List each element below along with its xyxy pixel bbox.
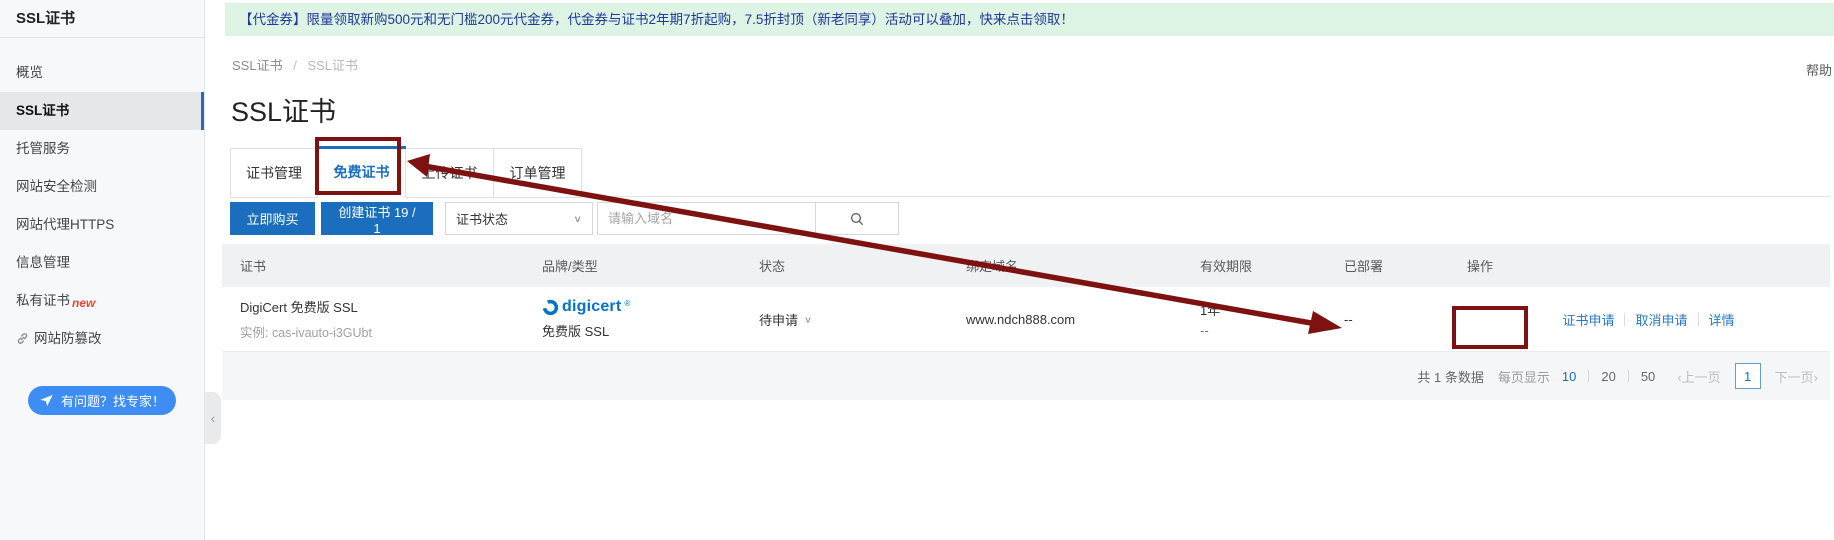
cert-name: DigiCert 免费版 SSL (240, 297, 524, 316)
promo-banner-text: 【代金券】限量领取新购500元和无门槛200元代金券，代金券与证书2年期7折起购… (239, 12, 1074, 27)
col-header-domain: 绑定域名 (948, 244, 1182, 287)
sidebar: SSL证书 概览 SSL证书 托管服务 网站安全检测 网站代理HTTPS 信息管… (0, 0, 205, 540)
size-divider (1628, 370, 1629, 382)
actions-cell: 证书申请 取消申请 详情 (1449, 287, 1830, 351)
toolbar: 立即购买 创建证书 19 / 1 证书状态 ∨ (230, 202, 899, 235)
breadcrumb-current: SSL证书 (307, 58, 358, 73)
chevron-right-icon: › (1814, 370, 1818, 385)
pagination-bar: 共 1 条数据 每页显示 10 20 50 ‹上一页 1 下一页› (222, 352, 1830, 400)
page-size-20[interactable]: 20 (1601, 369, 1615, 384)
chevron-left-icon: ‹ (211, 410, 216, 426)
sidebar-item-https-proxy[interactable]: 网站代理HTTPS (0, 206, 204, 244)
sidebar-item-info-management[interactable]: 信息管理 (0, 244, 204, 282)
details-link[interactable]: 详情 (1709, 310, 1735, 329)
col-header-brand-type: 品牌/类型 (524, 244, 741, 287)
prev-page-button[interactable]: ‹上一页 (1677, 367, 1720, 386)
validity-cell: 1年 -- (1182, 287, 1326, 351)
action-divider (1698, 313, 1699, 326)
sidebar-item-private-cert[interactable]: 私有证书 new (0, 282, 204, 320)
search-icon (849, 211, 865, 227)
chevron-down-icon: ∨ (804, 314, 812, 324)
tab-bar: 证书管理 免费证书 上传证书 订单管理 (230, 146, 582, 198)
sidebar-item-anti-tamper[interactable]: 网站防篡改 (0, 320, 204, 358)
sidebar-item-ssl-cert[interactable]: SSL证书 (0, 92, 204, 130)
external-link-icon (16, 322, 29, 360)
page-size-10[interactable]: 10 (1562, 369, 1576, 384)
promo-banner[interactable]: 【代金券】限量领取新购500元和无门槛200元代金券，代金券与证书2年期7折起购… (225, 3, 1834, 36)
help-link[interactable]: 帮助 (1806, 60, 1832, 79)
status-value: 待申请 (759, 310, 798, 329)
paper-plane-icon (39, 393, 54, 408)
table-row: DigiCert 免费版 SSL 实例: cas-ivauto-i3GUbt d… (222, 287, 1830, 352)
current-page-box[interactable]: 1 (1735, 363, 1761, 389)
cert-table: 证书 品牌/类型 状态 绑定域名 有效期限 已部署 操作 DigiCert 免费… (222, 244, 1830, 352)
search-button[interactable] (815, 202, 899, 235)
tab-cert-management[interactable]: 证书管理 (230, 148, 318, 198)
deployed-cell: -- (1326, 287, 1449, 351)
col-header-actions: 操作 (1449, 244, 1830, 287)
sidebar-item-managed-service[interactable]: 托管服务 (0, 130, 204, 168)
validity-value: 1年 (1200, 300, 1326, 319)
buy-now-button[interactable]: 立即购买 (230, 202, 315, 235)
tab-bar-baseline (582, 196, 1830, 197)
per-page-label: 每页显示 (1498, 367, 1550, 386)
col-header-cert: 证书 (222, 244, 524, 287)
status-cell: 待申请 ∨ (741, 287, 948, 351)
cert-cell: DigiCert 免费版 SSL 实例: cas-ivauto-i3GUbt (222, 287, 524, 351)
bound-domain: www.ndch888.com (966, 312, 1182, 327)
cert-status-filter-value: 证书状态 (456, 209, 508, 228)
total-count: 共 1 条数据 (1417, 367, 1483, 386)
col-header-validity: 有效期限 (1182, 244, 1326, 287)
tab-free-cert[interactable]: 免费证书 (318, 148, 406, 198)
digicert-wordmark: digicert (562, 298, 621, 316)
domain-search-input[interactable] (597, 202, 815, 235)
digicert-logo: digicert ® (542, 298, 741, 316)
next-page-button[interactable]: 下一页› (1775, 367, 1818, 386)
create-cert-button[interactable]: 创建证书 19 / 1 (321, 202, 433, 235)
action-divider (1624, 313, 1625, 326)
breadcrumb-separator: / (293, 58, 297, 73)
cert-instance-id: 实例: cas-ivauto-i3GUbt (240, 322, 524, 341)
brand-cell: digicert ® 免费版 SSL (524, 287, 741, 351)
chevron-down-icon: ∨ (573, 213, 582, 224)
page-size-50[interactable]: 50 (1641, 369, 1655, 384)
col-header-status: 状态 (741, 244, 948, 287)
sidebar-collapse-handle[interactable]: ‹ (205, 392, 221, 444)
size-divider (1588, 370, 1589, 382)
tab-order-management[interactable]: 订单管理 (494, 148, 582, 198)
validity-sub: -- (1200, 323, 1326, 338)
table-header-row: 证书 品牌/类型 状态 绑定域名 有效期限 已部署 操作 (222, 244, 1830, 287)
domain-cell: www.ndch888.com (948, 287, 1182, 351)
sidebar-item-overview[interactable]: 概览 (0, 54, 204, 92)
page-title: SSL证书 (231, 90, 336, 129)
cancel-apply-link[interactable]: 取消申请 (1635, 310, 1687, 329)
registered-mark: ® (624, 299, 630, 308)
sidebar-product-title: SSL证书 (0, 0, 204, 38)
tab-upload-cert[interactable]: 上传证书 (406, 148, 494, 198)
status-dropdown[interactable]: 待申请 ∨ (759, 310, 812, 329)
sidebar-item-site-security-check[interactable]: 网站安全检测 (0, 168, 204, 206)
deployed-value: -- (1344, 312, 1449, 327)
breadcrumb-root[interactable]: SSL证书 (232, 58, 283, 73)
new-badge: new (72, 284, 95, 322)
digicert-ring-icon (542, 299, 559, 316)
col-header-deployed: 已部署 (1326, 244, 1449, 287)
cert-type: 免费版 SSL (542, 321, 741, 340)
apply-cert-link[interactable]: 证书申请 (1562, 310, 1614, 329)
ask-expert-button[interactable]: 有问题？找专家！ (28, 386, 176, 415)
cert-status-filter[interactable]: 证书状态 ∨ (445, 202, 593, 235)
breadcrumb: SSL证书 / SSL证书 (232, 55, 358, 74)
sidebar-nav: 概览 SSL证书 托管服务 网站安全检测 网站代理HTTPS 信息管理 私有证书… (0, 54, 204, 358)
